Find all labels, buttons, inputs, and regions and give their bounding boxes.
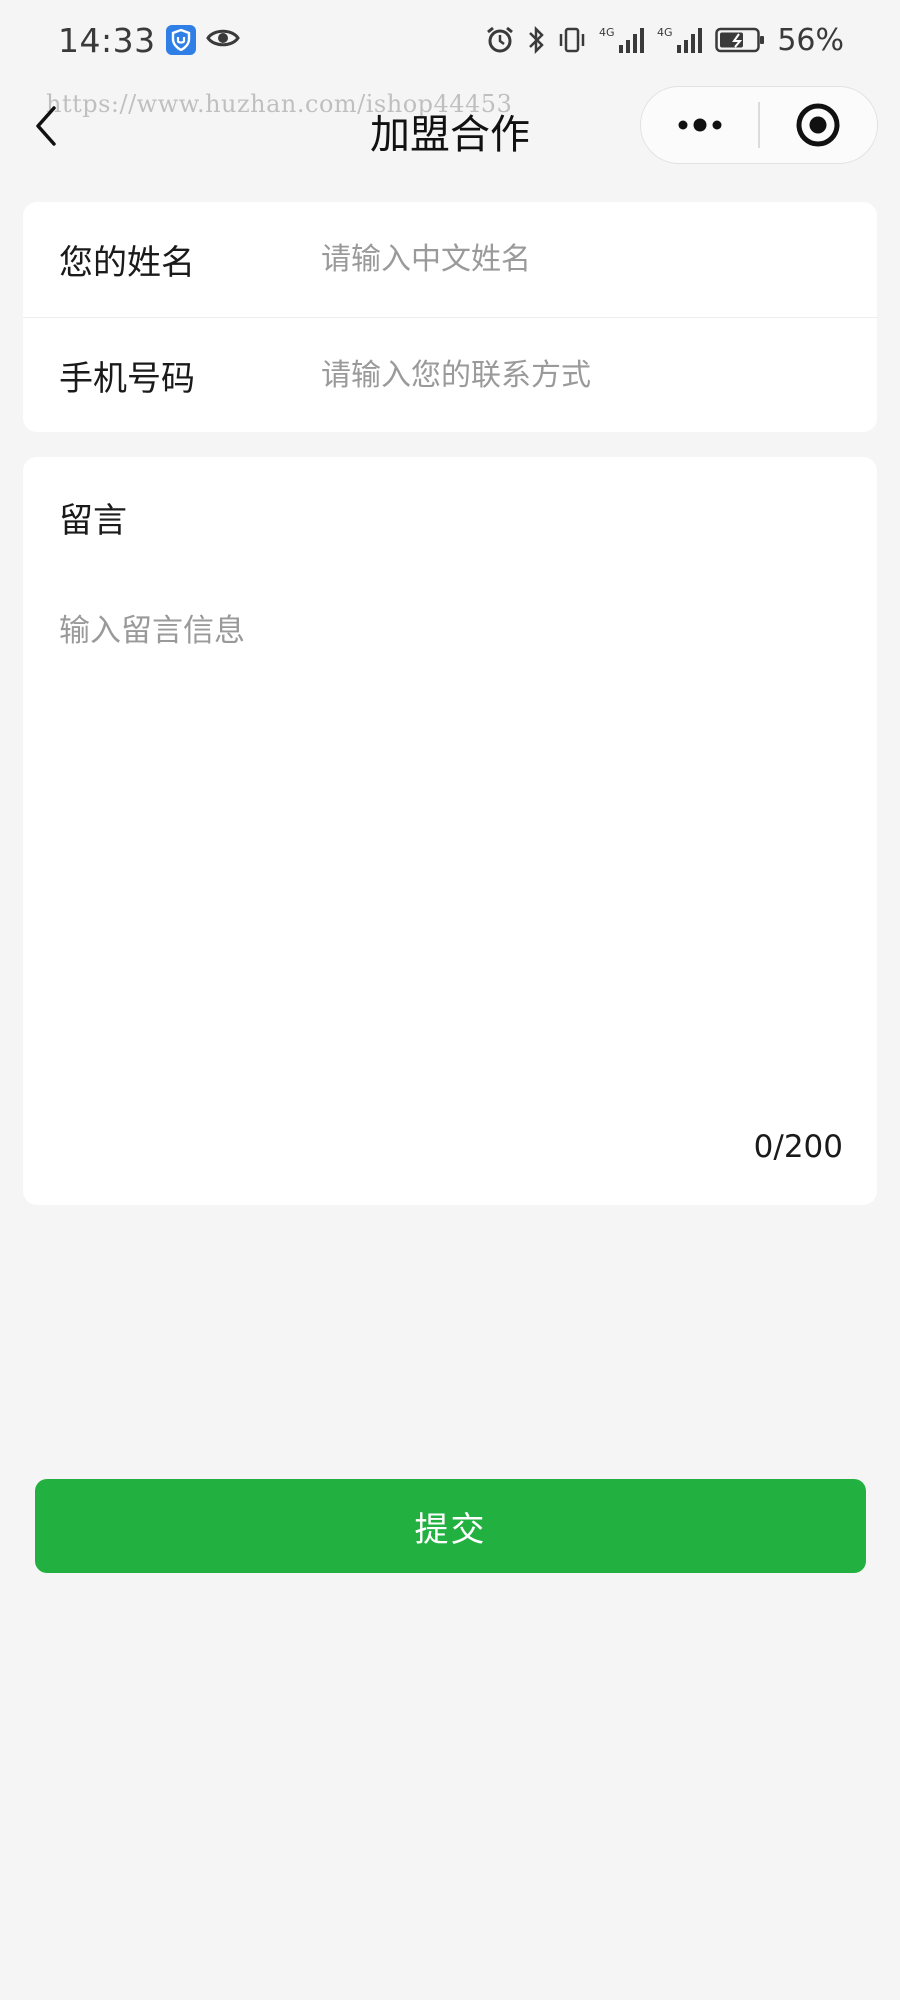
- phone-input[interactable]: [321, 357, 841, 393]
- close-button[interactable]: [760, 87, 877, 163]
- navigation-bar: https://www.huzhan.com/ishop44453 加盟合作: [0, 80, 900, 175]
- back-button[interactable]: [30, 102, 70, 150]
- contact-info-card: 您的姓名 手机号码: [23, 202, 877, 432]
- shield-app-icon: [165, 25, 196, 55]
- message-label: 留言: [59, 501, 127, 541]
- status-left: 14:33: [58, 21, 240, 60]
- message-card: 留言 0/200: [23, 457, 877, 1205]
- phone-row: 手机号码: [23, 317, 877, 432]
- status-bar: 14:33 4G 4G 56%: [0, 0, 900, 80]
- svg-text:4G: 4G: [657, 26, 673, 39]
- status-time: 14:33: [58, 20, 156, 60]
- signal-icon-2: 4G: [657, 25, 703, 55]
- back-icon: [36, 106, 56, 146]
- alarm-icon: [485, 25, 515, 55]
- name-input[interactable]: [321, 242, 841, 277]
- status-right: 4G 4G 56%: [485, 23, 844, 58]
- name-label: 您的姓名: [59, 243, 195, 283]
- signal-icon: 4G: [599, 25, 645, 55]
- svg-text:4G: 4G: [599, 26, 615, 39]
- name-row: 您的姓名: [23, 202, 877, 317]
- message-textarea[interactable]: [59, 605, 839, 1075]
- watermark: https://www.huzhan.com/ishop44453: [46, 90, 513, 118]
- more-button[interactable]: [641, 87, 758, 163]
- more-icon: [678, 118, 722, 132]
- battery-icon: [715, 26, 765, 54]
- bluetooth-icon: [527, 25, 545, 55]
- phone-label: 手机号码: [59, 358, 195, 399]
- submit-button[interactable]: 提交: [35, 1479, 866, 1573]
- miniprogram-capsule: [640, 86, 878, 164]
- close-target-icon: [796, 103, 840, 147]
- eye-icon: [205, 27, 240, 53]
- char-counter: 0/200: [753, 1129, 843, 1165]
- vibrate-icon: [557, 25, 587, 55]
- battery-percent: 56%: [777, 22, 844, 58]
